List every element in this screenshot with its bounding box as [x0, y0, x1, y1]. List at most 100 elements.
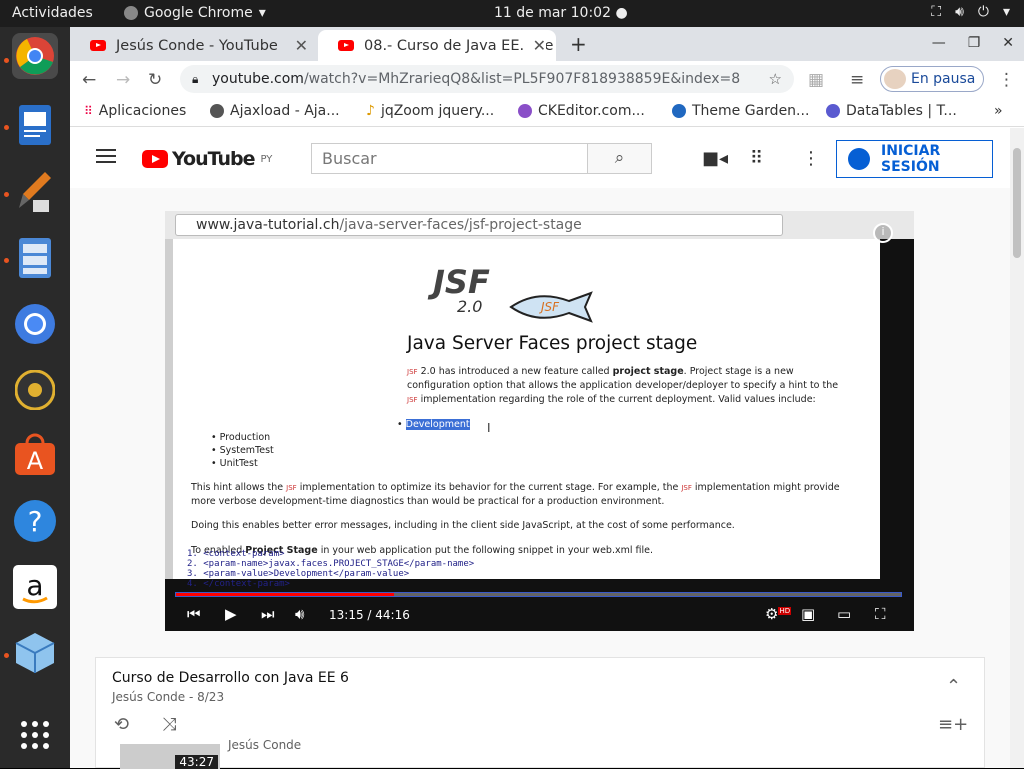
collapse-chevron-icon[interactable]: ⌃ [946, 676, 961, 697]
chrome-small-icon [124, 6, 138, 20]
apps-grid-icon: ⠿ [84, 104, 93, 118]
video-inner-browser-bar: www.java-tutorial.ch/java-server-faces/j… [165, 211, 914, 239]
maximize-icon[interactable]: ❐ [968, 35, 981, 51]
volume-icon[interactable]: 🔊︎ [295, 605, 304, 623]
time-display: 13:15 / 44:16 [329, 608, 410, 622]
lock-icon: 🔒︎ [192, 72, 199, 86]
shuffle-icon[interactable]: ⤨ [162, 714, 176, 735]
more-bookmarks[interactable]: » [994, 103, 1003, 119]
bookmark-label: CKEditor.com... [538, 103, 645, 119]
value-unittest: • UnitTest [211, 458, 258, 469]
dock-music-player[interactable] [12, 367, 58, 413]
running-indicator [4, 192, 9, 197]
reload-icon[interactable]: ↻ [148, 70, 162, 90]
tab-strip: Jesús Conde - YouTube ✕ 08.- Curso de Ja… [70, 27, 1024, 61]
bookmark-jqzoom[interactable]: ♪ jqZoom jquery... [366, 103, 494, 119]
play-icon[interactable]: ▶ [225, 605, 237, 623]
logo-text: YouTube [172, 148, 255, 170]
playlist-title[interactable]: Curso de Desarrollo con Java EE 6 [112, 670, 349, 686]
value-development: • Development [397, 419, 470, 430]
close-tab-icon[interactable]: ✕ [528, 36, 546, 55]
running-indicator [4, 653, 9, 658]
previous-icon[interactable]: ⏮ [187, 605, 201, 623]
miniplayer-icon[interactable]: ▣ [801, 605, 815, 623]
image-editor-icon [19, 172, 51, 212]
address-bar[interactable]: 🔒︎ youtube.com/watch?v=MhZrarieqQ8&list=… [180, 65, 794, 93]
video-side-strip [165, 239, 173, 579]
dock-document-viewer[interactable] [12, 102, 58, 148]
dock-amazon[interactable]: a [12, 564, 58, 610]
forward-icon[interactable]: → [116, 70, 130, 90]
app-menu[interactable]: Google Chrome ▾ [124, 5, 266, 21]
bookmark-ajaxload[interactable]: Ajaxload - Aja... [210, 103, 340, 119]
video-player[interactable]: www.java-tutorial.ch/java-server-faces/j… [165, 211, 914, 631]
text: 2.0 has introduced a new feature called [417, 366, 613, 377]
bookmark-label: Aplicaciones [98, 103, 187, 119]
create-video-icon[interactable]: ■◂ [702, 148, 728, 169]
close-tab-icon[interactable]: ✕ [295, 36, 308, 55]
system-tray[interactable]: ⛶ 🔊︎ ⏻ ▾ [931, 4, 1010, 20]
search-button[interactable]: ⌕ [587, 143, 652, 174]
save-to-playlist-icon[interactable]: ≡+ [938, 714, 968, 735]
globe-icon [210, 104, 224, 118]
text-cursor-icon: I [487, 421, 491, 435]
settings-more-icon[interactable]: ⋮ [802, 148, 820, 169]
profile-button[interactable]: En pausa [880, 66, 984, 92]
settings-icon[interactable]: ⚙HD [765, 605, 792, 623]
activities-button[interactable]: Actividades [12, 5, 93, 21]
inner-url-path: /java-server-faces/jsf-project-stage [339, 217, 582, 233]
country-code: PY [260, 153, 273, 165]
new-tab-icon[interactable]: + [570, 32, 587, 56]
clock[interactable]: 11 de mar 10:02 ● [494, 5, 628, 21]
info-card-icon[interactable]: i [873, 223, 893, 243]
chrome-menu-icon[interactable]: ⋮ [998, 70, 1015, 90]
dock-app-store[interactable]: A [12, 432, 58, 478]
running-indicator [4, 258, 9, 263]
dock-file-manager[interactable] [12, 235, 58, 281]
tab-video[interactable]: 08.- Curso de Java EE. Cre ✕ [318, 30, 556, 61]
thumbnail-duration: 43:27 [175, 755, 218, 769]
search-input[interactable]: Buscar [311, 143, 588, 174]
back-icon[interactable]: ← [82, 70, 96, 90]
youtube-logo[interactable]: YouTube PY [142, 148, 272, 170]
tab-youtube-channel[interactable]: Jesús Conde - YouTube ✕ [70, 30, 318, 61]
search-icon: ⌕ [614, 148, 625, 168]
media-control-icon[interactable]: ≡ [850, 70, 864, 90]
value-text: Production [219, 432, 271, 443]
chrome-icon [16, 37, 54, 75]
jsf-tag: JSF [681, 484, 692, 492]
svg-text:a: a [26, 569, 43, 602]
extension-icon[interactable]: ▦ [808, 70, 824, 90]
bookmark-ckeditor[interactable]: CKEditor.com... [518, 103, 645, 119]
minimize-icon[interactable]: — [932, 35, 946, 51]
bookmark-star-icon[interactable]: ☆ [769, 70, 782, 88]
menu-icon[interactable] [96, 149, 116, 163]
system-top-bar: Actividades Google Chrome ▾ 11 de mar 10… [0, 0, 1024, 27]
apps-icon[interactable]: ⠿ [750, 148, 763, 169]
bookmark-datatables[interactable]: DataTables | T... [826, 103, 957, 119]
theater-mode-icon[interactable]: ▭ [837, 605, 851, 623]
dock-chromium[interactable] [12, 301, 58, 347]
playlist-thumbnail[interactable]: 43:27 [120, 744, 220, 769]
video-progress-bar[interactable] [175, 592, 902, 597]
dock-image-editor[interactable] [12, 169, 58, 215]
next-icon[interactable]: ⏭ [261, 605, 275, 623]
tab-title: Jesús Conde - YouTube [116, 37, 278, 54]
bookmark-label: Theme Garden... [692, 103, 810, 119]
player-controls: ⏮ ▶ ⏭ 🔊︎ 13:15 / 44:16 ⚙HD ▣ ▭ ⛶ [165, 599, 914, 631]
value-systemtest: • SystemTest [211, 445, 274, 456]
dock-virtualbox[interactable] [12, 630, 58, 676]
scrollbar-thumb[interactable] [1013, 148, 1021, 258]
page-scrollbar[interactable] [1010, 128, 1024, 768]
youtube-header: YouTube PY Buscar ⌕ ■◂ ⠿ ⋮ INICIAR SESIÓ… [70, 128, 1010, 188]
sign-in-button[interactable]: INICIAR SESIÓN [836, 140, 993, 178]
close-window-icon[interactable]: ✕ [1002, 35, 1014, 51]
dock-chrome[interactable] [12, 33, 58, 79]
dock-show-apps[interactable] [12, 712, 58, 758]
dock-help[interactable]: ? [12, 498, 58, 544]
fullscreen-icon[interactable]: ⛶ [875, 605, 886, 623]
bookmark-theme-garden[interactable]: Theme Garden... [672, 103, 809, 119]
loop-icon[interactable]: ⟲ [114, 714, 129, 735]
code-line: 4. </context-param> [187, 579, 290, 589]
bookmark-apps[interactable]: ⠿ Aplicaciones [84, 103, 186, 119]
